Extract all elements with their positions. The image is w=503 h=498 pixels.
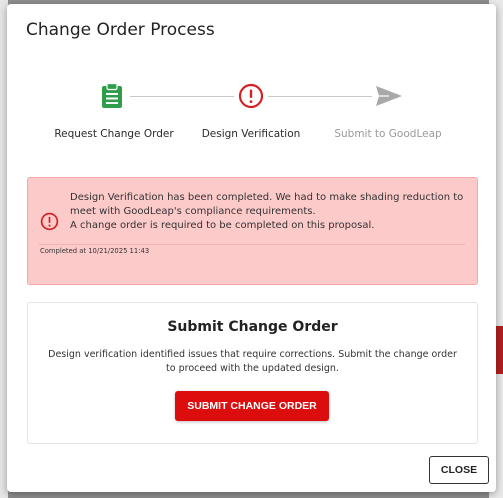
alert-divider (39, 244, 465, 245)
alert-message-line-1: Design Verification has been completed. … (70, 192, 464, 217)
alert-message: Design Verification has been completed. … (70, 191, 465, 233)
clipboard-icon (101, 82, 123, 113)
step-connector-2 (268, 96, 372, 97)
alert-circle-icon (40, 212, 59, 235)
submit-change-order-button[interactable]: SUBMIT CHANGE ORDER (175, 391, 329, 421)
alert-circle-icon (238, 83, 264, 113)
submit-change-order-card: Submit Change Order Design verification … (27, 302, 478, 444)
card-description: Design verification identified issues th… (48, 349, 457, 374)
step-connector-1 (130, 96, 234, 97)
send-icon (375, 85, 403, 111)
alert-message-line-2: A change order is required to be complet… (70, 220, 375, 231)
change-order-modal: Change Order Process Request Change Orde… (7, 4, 496, 492)
step-label-request-change-order: Request Change Order (54, 128, 174, 140)
step-label-submit-to-goodleap: Submit to GoodLeap (334, 128, 442, 140)
verification-alert: Design Verification has been completed. … (27, 177, 478, 285)
close-button[interactable]: CLOSE (429, 456, 489, 484)
step-label-design-verification: Design Verification (201, 128, 301, 140)
completed-timestamp: Completed at 10/21/2025 11:43 (40, 247, 150, 255)
modal-title: Change Order Process (26, 20, 215, 40)
card-title: Submit Change Order (167, 319, 338, 335)
